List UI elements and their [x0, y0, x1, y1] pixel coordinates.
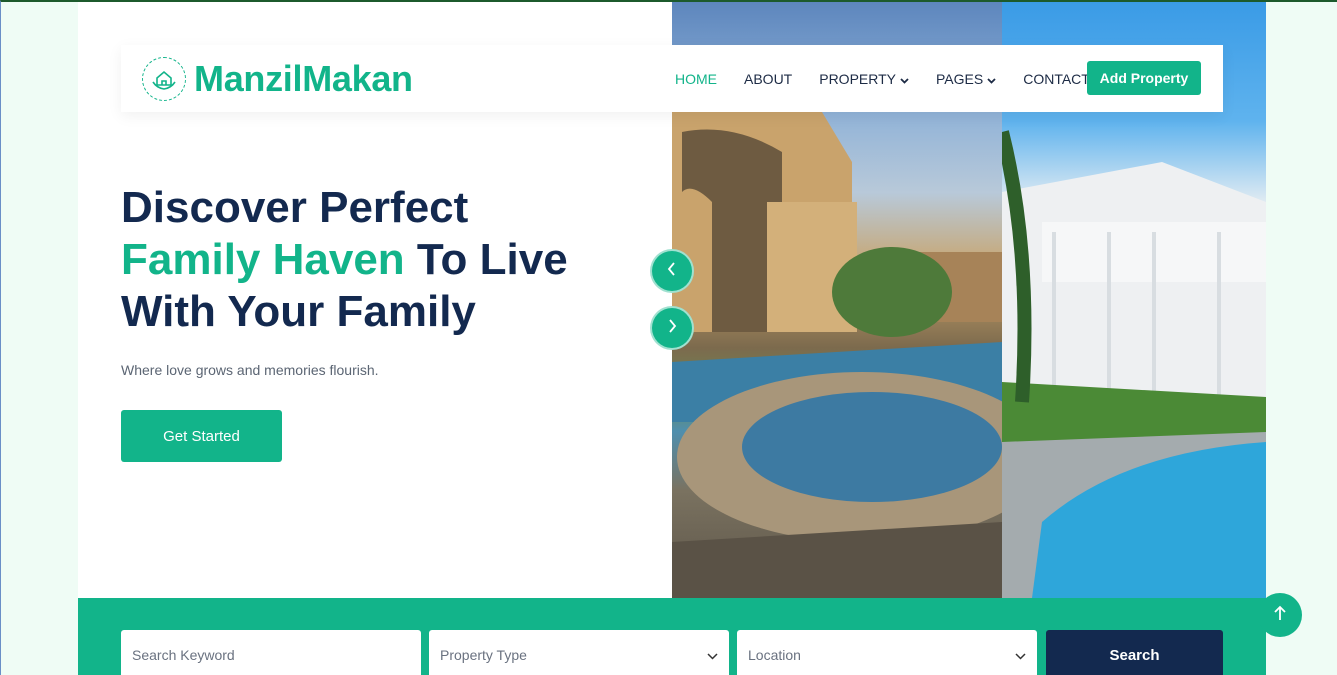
search-keyword-input[interactable]: Search Keyword: [121, 630, 421, 675]
brand[interactable]: ManzilMakan: [142, 56, 413, 101]
chevron-left-icon: [666, 261, 678, 282]
chevron-down-icon: [707, 647, 718, 663]
slider-next-button[interactable]: [650, 306, 694, 350]
hero-subtitle: Where love grows and memories flourish.: [121, 362, 379, 378]
chevron-down-icon: [1015, 647, 1026, 663]
search-button[interactable]: Search: [1046, 630, 1223, 675]
hero-line-3: With Your Family: [121, 287, 476, 336]
nav-item-home[interactable]: HOME: [675, 71, 717, 87]
nav-item-label: ABOUT: [744, 70, 793, 87]
slider-prev-button[interactable]: [650, 249, 694, 293]
hero-line-1: Discover Perfect: [121, 183, 469, 232]
nav-item-label: HOME: [675, 70, 717, 87]
nav-item-label: PAGES: [936, 70, 984, 87]
arrow-up-icon: [1273, 604, 1287, 627]
house-hands-icon: [142, 56, 186, 101]
chevron-down-icon: [987, 71, 996, 87]
location-select[interactable]: Location: [737, 630, 1037, 675]
nav-item-property[interactable]: PROPERTY: [819, 71, 909, 87]
nav-item-label: CONTACT: [1023, 70, 1090, 87]
nav-item-contact[interactable]: CONTACT: [1023, 71, 1090, 87]
search-keyword-placeholder: Search Keyword: [132, 647, 235, 663]
nav-item-pages[interactable]: PAGES: [936, 71, 996, 87]
property-type-select[interactable]: Property Type: [429, 630, 729, 675]
search-panel: Search Keyword Property Type Location Se…: [78, 598, 1266, 675]
navbar: ManzilMakan HOME ABOUT PROPERTY PAGES CO…: [121, 45, 1223, 112]
nav-item-label: PROPERTY: [819, 70, 896, 87]
chevron-down-icon: [900, 71, 909, 87]
hero-headline: Discover Perfect Family Haven To Live Wi…: [121, 182, 641, 338]
location-value: Location: [748, 647, 801, 663]
property-type-value: Property Type: [440, 647, 527, 663]
main-nav: HOME ABOUT PROPERTY PAGES CONTACT: [675, 45, 1117, 112]
page: ManzilMakan HOME ABOUT PROPERTY PAGES CO…: [78, 2, 1266, 675]
brand-name: ManzilMakan: [194, 57, 413, 99]
hero-accent: Family Haven: [121, 235, 405, 284]
scroll-to-top-button[interactable]: [1258, 593, 1302, 637]
add-property-button[interactable]: Add Property: [1087, 61, 1201, 95]
chevron-right-icon: [666, 318, 678, 339]
nav-item-about[interactable]: ABOUT: [744, 71, 792, 87]
get-started-button[interactable]: Get Started: [121, 410, 282, 462]
hero-line-2: To Live: [404, 235, 568, 284]
